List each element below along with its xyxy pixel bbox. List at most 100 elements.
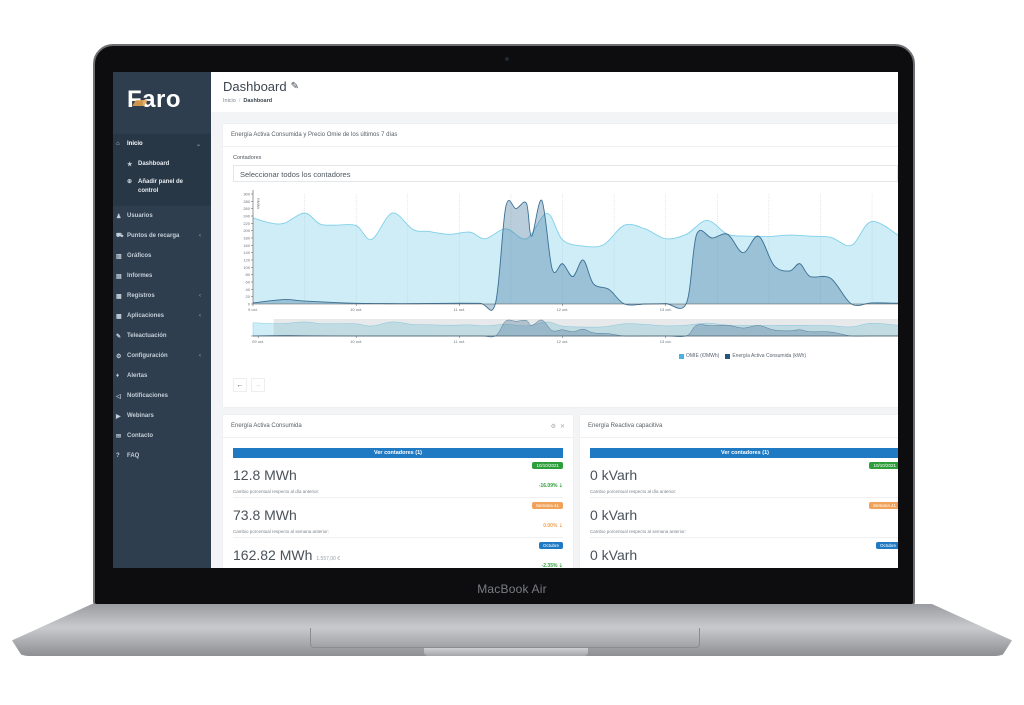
sidebar-item-puntos-de-recarga[interactable]: ⛟ Puntos de recarga ‹ (113, 226, 211, 246)
bar-chart-icon: ▥ (116, 253, 122, 260)
kpi-value-line: 0 kVarh (590, 507, 898, 525)
ver-contadores-button[interactable]: Ver contadores (1) (233, 448, 563, 458)
apps-icon: ▦ (116, 313, 122, 320)
sidebar-item-label: Aplicaciones (127, 313, 165, 319)
energy-chart: 0 20 40 60 80 100 120 140 160 180 200 220 240 260 280 3… (243, 190, 898, 344)
sidebar-item-graficos[interactable]: ▥ Gráficos (113, 246, 211, 266)
sidebar-item-label: Dashboard (138, 160, 170, 167)
contadores-select[interactable]: Seleccionar todos los contadores (233, 165, 898, 182)
period-badge: Octubre (538, 542, 563, 549)
kpi-row: 0 kVarh Cambio porcentual respecto al sem… (590, 498, 898, 538)
page-title: Dashboard ✎ (223, 79, 299, 94)
sidebar-item-label: Contacto (127, 433, 153, 439)
prev-period-button[interactable]: ← (233, 378, 247, 392)
y-axis-label: €/MWh (256, 198, 260, 209)
kpi-row: 0 kVarh Cambio porcentual respecto al día… (590, 458, 898, 498)
x-tick-label: 9 oct. (248, 307, 258, 312)
gear-icon: ⚙ (116, 353, 122, 360)
next-period-button[interactable]: → (251, 378, 265, 392)
video-icon: ▶ (116, 413, 121, 420)
sidebar-item-usuarios[interactable]: ♟ Usuarios (113, 206, 211, 226)
settings-icon[interactable]: ⚙ (551, 423, 556, 430)
y-tick-label: 260 (243, 206, 250, 211)
y-tick-label: 280 (243, 199, 250, 204)
sidebar-item-label: FAQ (127, 453, 140, 459)
energy-chart-card: Energía Activa Consumida y Precio Omie d… (223, 124, 898, 407)
y-tick-label: 200 (243, 228, 250, 233)
kpi-value: 0 kVarh (590, 467, 638, 483)
y-tick-label: 20 (246, 294, 251, 299)
navigator-tick-label: 13 oct. (660, 339, 672, 344)
legend-swatch-energia (725, 353, 731, 359)
sidebar-item-label: Informes (127, 273, 153, 279)
legend-swatch-omie (679, 353, 684, 359)
y-tick-label: 300 (243, 192, 250, 197)
chevron-icon: ‹ (199, 353, 201, 359)
period-badge: Octubre (875, 542, 898, 549)
chevron-icon: ‹ (199, 293, 201, 299)
x-tick-label: 11 oct. (453, 307, 465, 312)
sidebar-item-dashboard[interactable]: ★ Dashboard (113, 154, 211, 174)
sidebar-item-teleactuacion[interactable]: ✎ Teleactuación (113, 326, 211, 346)
chart-legend: OMIE (€/MWh) Energía Activa Consumida (k… (679, 353, 806, 359)
sidebar-item-notificaciones[interactable]: ◁ Notificaciones (113, 386, 211, 406)
period-badge: 10/10/2021 (869, 462, 898, 469)
chevron-icon: ‹ (199, 233, 201, 239)
laptop-trackpad (310, 628, 700, 648)
kpi-card-energia-activa: Energía Activa Consumida ⚙ ✕ Ver contado… (223, 415, 573, 568)
ver-contadores-button[interactable]: Ver contadores (1) (590, 448, 898, 458)
kpi-description: Cambio porcentual respecto al semana ant… (233, 529, 330, 534)
sidebar-item-alertas[interactable]: ♦ Alertas (113, 366, 211, 386)
x-tick-label: 12 oct. (557, 307, 569, 312)
navigator-selection-mask (273, 319, 898, 336)
close-icon[interactable]: ✕ (560, 423, 565, 430)
y-tick-label: 240 (243, 214, 250, 219)
sidebar-item-contacto[interactable]: ✉ Contacto (113, 426, 211, 446)
app-logo[interactable]: Faro (113, 72, 211, 128)
sidebar-item-configuracion[interactable]: ⚙ Configuración ‹ (113, 346, 211, 366)
kpi-card-energia-reactiva: Energía Reactiva capacitiva Ver contador… (580, 415, 898, 568)
sidebar-item-label: Webinars (127, 413, 154, 419)
y-tick-label: 0 (248, 302, 251, 307)
navigator-tick-label: 12 oct. (557, 339, 569, 344)
period-badge: Semana 41 (531, 502, 563, 509)
add-circle-icon: ⊕ (127, 179, 133, 185)
breadcrumb-home[interactable]: Inicio (223, 98, 236, 104)
sidebar-item-inicio[interactable]: ⌂ Inicio ⌄ (113, 134, 211, 154)
legend-item-energia[interactable]: Energía Activa Consumida (kWh) (725, 353, 806, 359)
sidebar-item-anadir-panel-de-control[interactable]: ⊕ Añadir panel de control (113, 174, 211, 202)
laptop-hinge (424, 648, 588, 656)
sidebar-item-aplicaciones[interactable]: ▦ Aplicaciones ‹ (113, 306, 211, 326)
user-icon: ♟ (116, 213, 122, 220)
kpi-description: Cambio porcentual respecto al día anteri… (233, 489, 320, 494)
sidebar-item-faq[interactable]: ? FAQ (113, 446, 211, 466)
sidebar-item-informes[interactable]: ▤ Informes (113, 266, 211, 286)
kpi-value: 162.82 MWh (233, 547, 313, 563)
kpi-card-title: Energía Reactiva capacitiva (580, 415, 898, 438)
navigator-tick-label: 11 oct. (453, 339, 465, 344)
kpi-value-line: 162.82 MWh 1.557,00 € (233, 547, 563, 565)
legend-item-omie[interactable]: OMIE (€/MWh) (679, 353, 719, 359)
kpi-cost: 1.557,00 € (316, 556, 341, 562)
sidebar-item-registros[interactable]: ▦ Registros ‹ (113, 286, 211, 306)
y-tick-label: 100 (243, 265, 250, 270)
chart-card-title: Energía Activa Consumida y Precio Omie d… (223, 124, 898, 147)
kpi-value: 12.8 MWh (233, 467, 297, 483)
edit-pencil-icon[interactable]: ✎ (291, 81, 299, 92)
star-icon: ★ (127, 161, 133, 168)
car-icon: ⛟ (116, 233, 124, 239)
chevron-icon: ‹ (199, 313, 201, 319)
page-header: Dashboard ✎ Inicio / Dashboard (211, 72, 898, 112)
question-icon: ? (116, 453, 120, 459)
chart-pager: ← → (233, 378, 265, 392)
logo-text: Faro (127, 86, 182, 113)
percent-change: 0.00% ⇣ (543, 523, 563, 529)
x-tick-label: 13 oct. (660, 307, 672, 312)
percent-change: -16.09% ⇣ (538, 483, 563, 489)
sidebar-item-webinars[interactable]: ▶ Webinars (113, 406, 211, 426)
y-tick-label: 60 (246, 280, 251, 285)
sidebar-group-inicio: ⌂ Inicio ⌄ ★ Dashboard ⊕ Añadir panel de contr… (113, 134, 211, 206)
sidebar-item-label: Alertas (127, 373, 148, 379)
navigator-tick-label: 09 oct. (252, 339, 264, 344)
kpi-value-line: 12.8 MWh (233, 467, 563, 485)
